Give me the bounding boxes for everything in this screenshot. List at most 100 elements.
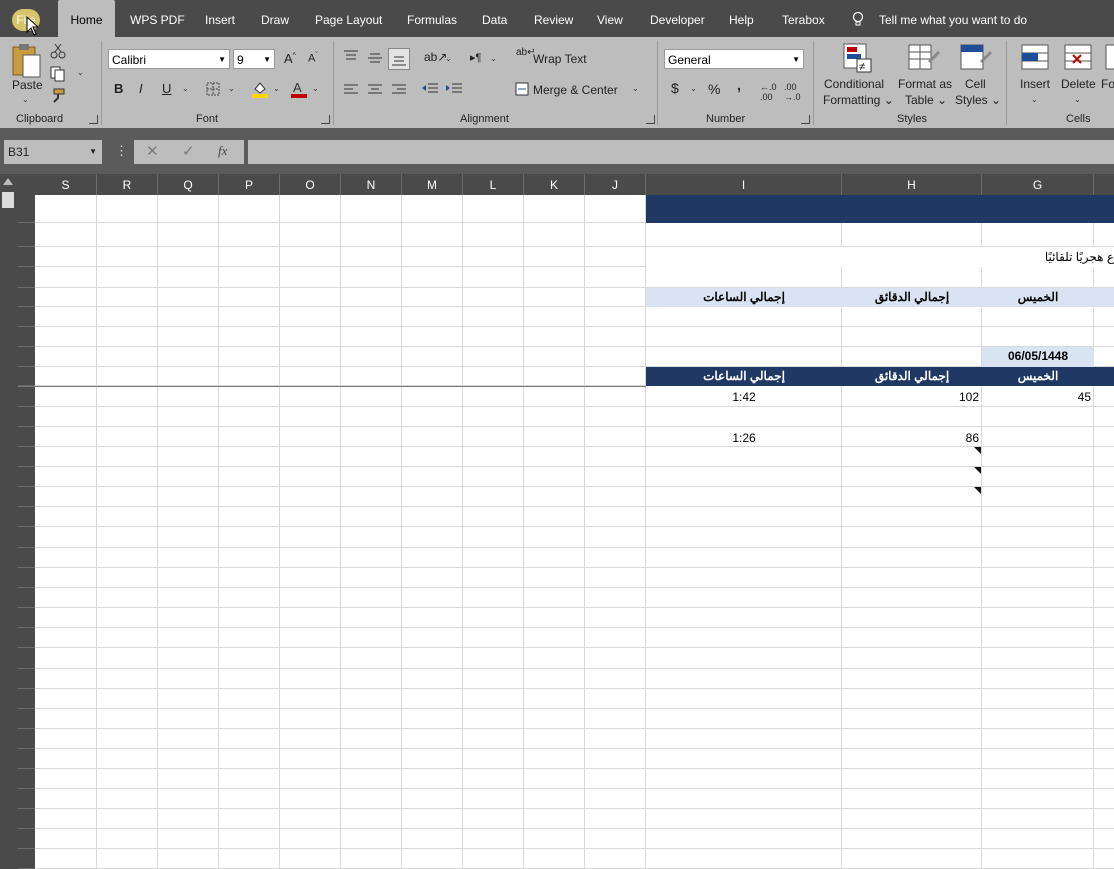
alignment-launcher-icon[interactable]	[646, 115, 655, 124]
row-header[interactable]	[18, 628, 35, 648]
row-header[interactable]	[18, 195, 35, 223]
font-launcher-icon[interactable]	[321, 115, 330, 124]
increase-decimal-icon[interactable]: ←.0.00	[760, 82, 777, 102]
column-header-r[interactable]: R	[97, 174, 158, 195]
row-header[interactable]	[18, 427, 35, 447]
tab-view[interactable]: View	[597, 0, 623, 37]
bold-button[interactable]: B	[114, 81, 123, 96]
number-format-select[interactable]: General ▼	[664, 49, 804, 69]
column-header-m[interactable]: M	[402, 174, 463, 195]
tab-draw[interactable]: Draw	[261, 0, 289, 37]
row-header[interactable]	[18, 829, 35, 849]
font-color-dropdown-icon[interactable]: ⌄	[312, 84, 319, 93]
increase-font-size-icon[interactable]: A^	[284, 51, 296, 66]
row-header[interactable]	[18, 789, 35, 809]
row-header[interactable]	[18, 548, 35, 568]
insert-cells-button[interactable]: Insert	[1020, 77, 1050, 91]
column-header-o[interactable]: O	[280, 174, 341, 195]
row-header[interactable]	[18, 327, 35, 347]
row-header[interactable]	[18, 307, 35, 327]
italic-button[interactable]: I	[139, 81, 143, 96]
orientation-dropdown-icon[interactable]: ⌄	[445, 54, 452, 63]
row-header[interactable]	[18, 267, 35, 288]
row-header[interactable]	[18, 507, 35, 527]
row-header[interactable]	[18, 608, 35, 628]
row-header[interactable]	[18, 367, 35, 386]
row-header[interactable]	[18, 849, 35, 869]
paste-dropdown-icon[interactable]: ⌄	[22, 95, 29, 104]
align-center-icon[interactable]	[368, 84, 382, 96]
row-header[interactable]	[18, 568, 35, 588]
orientation-icon[interactable]: ab↗	[424, 50, 447, 64]
conditional-formatting-icon[interactable]: ≠	[843, 43, 873, 73]
row-header[interactable]	[18, 669, 35, 689]
tell-me-search[interactable]: Tell me what you want to do	[879, 0, 1027, 37]
align-right-icon[interactable]	[392, 84, 406, 96]
column-header-h[interactable]: H	[842, 174, 982, 195]
format-as-table-icon[interactable]	[908, 43, 940, 73]
format-as-table-button[interactable]: Format as	[898, 77, 952, 91]
enter-check-icon[interactable]: ✓	[182, 142, 195, 160]
row-header[interactable]	[18, 467, 35, 487]
delete-cells-button[interactable]: Delete	[1061, 77, 1096, 91]
tab-data[interactable]: Data	[482, 0, 507, 37]
row-header[interactable]	[18, 648, 35, 669]
row-header[interactable]	[18, 487, 35, 507]
font-size-select[interactable]: 9 ▼	[233, 49, 275, 69]
font-color-icon[interactable]: A	[290, 80, 308, 98]
text-direction-icon[interactable]: ▸¶	[470, 51, 481, 64]
cancel-icon[interactable]: ✕	[146, 142, 159, 160]
format-cells-button[interactable]: Fo	[1101, 77, 1114, 91]
row-header[interactable]	[18, 769, 35, 789]
tab-wps-pdf[interactable]: WPS PDF	[130, 0, 185, 37]
copy-icon[interactable]	[50, 66, 66, 82]
tab-formulas[interactable]: Formulas	[407, 0, 457, 37]
tab-home[interactable]: Home	[58, 0, 115, 37]
align-left-icon[interactable]	[344, 84, 358, 96]
delete-cells-icon[interactable]	[1063, 43, 1095, 73]
row-header[interactable]	[18, 386, 35, 407]
column-header-p[interactable]: P	[219, 174, 280, 195]
row-header[interactable]	[18, 729, 35, 749]
column-header-k[interactable]: K	[524, 174, 585, 195]
tab-terabox[interactable]: Terabox	[782, 0, 825, 37]
row1-total-minutes[interactable]: 102	[842, 390, 979, 404]
row-header[interactable]	[18, 709, 35, 729]
format-painter-icon[interactable]	[50, 88, 66, 104]
row-header[interactable]	[18, 347, 35, 367]
column-header-j[interactable]: J	[585, 174, 646, 195]
scrollbar-thumb[interactable]	[2, 192, 14, 208]
cell-styles-button[interactable]: Cell	[965, 77, 986, 91]
font-name-select[interactable]: Calibri ▼	[108, 49, 230, 69]
wrap-text-button[interactable]: Wrap Text	[533, 52, 587, 66]
increase-indent-icon[interactable]	[446, 83, 462, 95]
copy-dropdown-icon[interactable]: ⌄	[77, 68, 84, 77]
align-middle-icon[interactable]	[368, 52, 382, 64]
currency-dropdown-icon[interactable]: ⌄	[690, 84, 697, 93]
insert-cells-icon[interactable]	[1020, 43, 1052, 73]
more-options-icon[interactable]: ⋮	[115, 143, 128, 159]
decrease-decimal-icon[interactable]: .00 →.0	[784, 82, 801, 102]
insert-function-button[interactable]: fx	[218, 143, 227, 159]
underline-button[interactable]: U	[162, 81, 171, 96]
scroll-up-icon[interactable]	[3, 178, 13, 185]
tab-developer[interactable]: Developer	[650, 0, 705, 37]
paste-button[interactable]: Paste	[12, 78, 43, 92]
cell-styles-icon[interactable]	[960, 43, 992, 73]
decrease-font-size-icon[interactable]: Aˇ	[308, 52, 318, 65]
decrease-indent-icon[interactable]	[422, 83, 438, 95]
column-header-q[interactable]: Q	[158, 174, 219, 195]
name-box[interactable]: B31 ▼	[4, 140, 102, 164]
align-bottom-button[interactable]	[388, 48, 410, 70]
row-header[interactable]	[18, 689, 35, 709]
row-header[interactable]	[18, 749, 35, 769]
tab-review[interactable]: Review	[534, 0, 573, 37]
row-header[interactable]	[18, 527, 35, 548]
row-header[interactable]	[18, 809, 35, 829]
column-header-g[interactable]: G	[982, 174, 1094, 195]
cut-icon[interactable]	[50, 43, 66, 59]
row-header[interactable]	[18, 223, 35, 247]
delete-dropdown-icon[interactable]: ⌄	[1074, 95, 1081, 104]
row1-thursday[interactable]: 45	[982, 390, 1091, 404]
row-header[interactable]	[18, 447, 35, 467]
